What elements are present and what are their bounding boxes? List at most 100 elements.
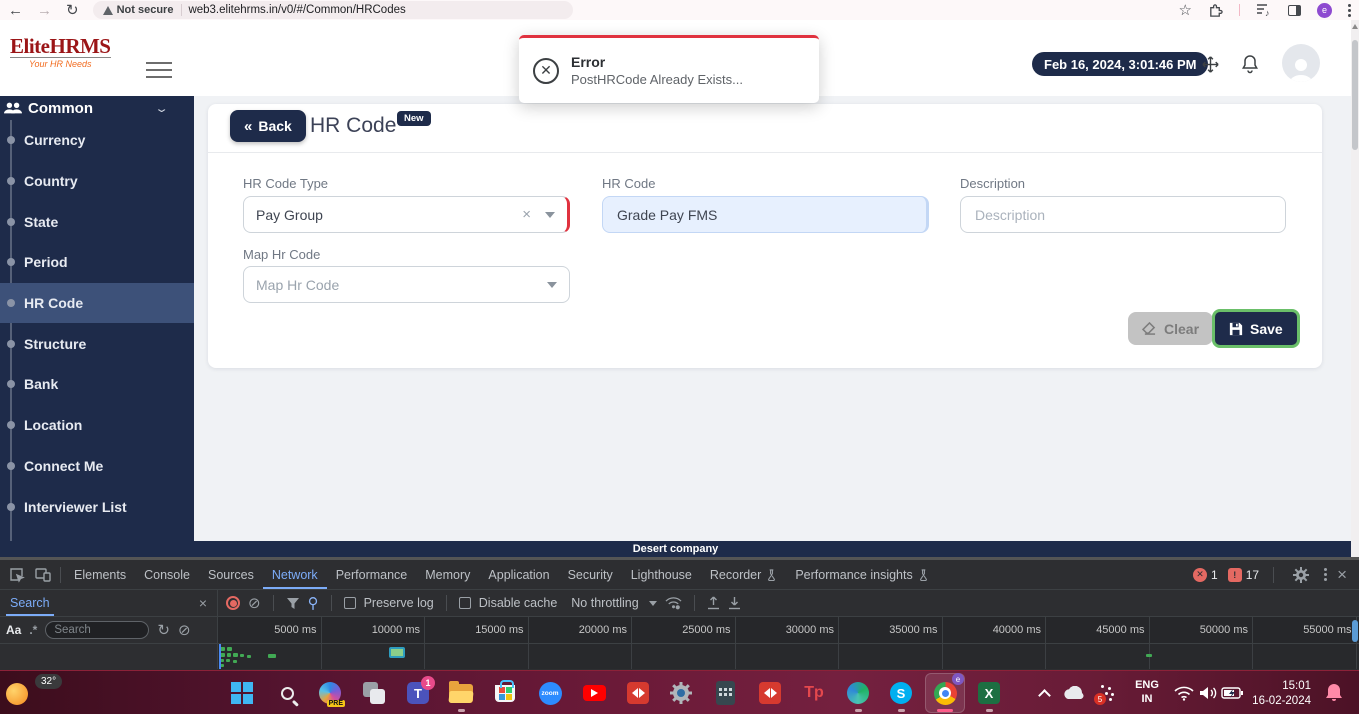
scrollbar-up-arrow[interactable] [1352, 24, 1358, 29]
sidebar-item-currency[interactable]: Currency [0, 120, 194, 161]
task-view-icon[interactable] [358, 677, 390, 709]
sidebar-item-country[interactable]: Country [0, 161, 194, 202]
notifications-bell-icon[interactable] [1239, 53, 1261, 75]
forward-icon[interactable]: → [37, 3, 52, 18]
back-button[interactable]: « Back [230, 110, 306, 142]
record-network-icon[interactable] [226, 596, 240, 610]
profile-avatar[interactable]: e [1317, 3, 1332, 18]
sidebar-item-interviewer-list[interactable]: Interviewer List [0, 486, 194, 527]
teams-icon[interactable]: T1 [402, 677, 434, 709]
hr-code-type-select[interactable]: Pay Group × [243, 196, 570, 233]
language-indicator[interactable]: ENGIN [1128, 677, 1166, 709]
console-error-badge[interactable]: ✕ 1 [1193, 568, 1218, 582]
dropdown-caret-icon[interactable] [545, 212, 555, 218]
tab-application[interactable]: Application [479, 560, 558, 589]
filter-funnel-icon[interactable] [286, 597, 300, 610]
dropdown-caret-icon[interactable] [547, 282, 557, 288]
url-text[interactable]: web3.elitehrms.in/v0/#/Common/HRCodes [188, 4, 405, 16]
tray-chevron-up-icon[interactable] [1028, 677, 1060, 709]
edge-icon[interactable] [842, 677, 874, 709]
network-search-icon[interactable]: ⚲ [308, 596, 319, 611]
tab-performance-insights[interactable]: Performance insights [786, 560, 937, 589]
youtube-icon[interactable] [578, 677, 610, 709]
address-bar[interactable]: Not secure web3.elitehrms.in/v0/#/Common… [93, 1, 573, 19]
battery-icon[interactable] [1216, 677, 1248, 709]
clear-button[interactable]: Clear [1128, 312, 1213, 345]
clear-selection-icon[interactable]: × [522, 206, 531, 223]
reload-icon[interactable]: ↻ [66, 3, 79, 18]
skype-icon[interactable]: S [885, 677, 917, 709]
tab-elements[interactable]: Elements [65, 560, 135, 589]
onedrive-cloud-icon[interactable] [1058, 677, 1090, 709]
export-har-icon[interactable] [728, 596, 741, 610]
disable-cache-checkbox[interactable] [459, 597, 471, 609]
notification-bell-icon[interactable] [1318, 677, 1350, 709]
clear-network-icon[interactable]: ⊘ [248, 596, 261, 611]
page-scrollbar-thumb[interactable] [1352, 40, 1358, 150]
tab-sources[interactable]: Sources [199, 560, 263, 589]
sidebar-item-structure[interactable]: Structure [0, 323, 194, 364]
preserve-log-checkbox[interactable] [344, 597, 356, 609]
sidebar-item-hr-code[interactable]: HR Code [0, 283, 194, 324]
weather-temp-badge[interactable]: 32° [35, 674, 62, 689]
tab-memory[interactable]: Memory [416, 560, 479, 589]
weather-sun-icon[interactable] [6, 683, 28, 705]
sidebar-item-period[interactable]: Period [0, 242, 194, 283]
devtools-settings-gear-icon[interactable] [1288, 567, 1314, 583]
tab-recorder[interactable]: Recorder [701, 560, 786, 589]
side-panel-icon[interactable] [1288, 5, 1301, 16]
search-panel-tab[interactable]: Search [6, 590, 54, 616]
hr-code-input[interactable] [615, 206, 914, 224]
excel-icon[interactable]: X [973, 677, 1005, 709]
devtools-scrollbar-thumb[interactable] [1352, 620, 1358, 642]
tab-console[interactable]: Console [135, 560, 199, 589]
windows-start-icon[interactable] [226, 677, 258, 709]
sidebar-item-location[interactable]: Location [0, 405, 194, 446]
taskbar-search-icon[interactable] [271, 677, 303, 709]
devtools-search-input[interactable] [45, 621, 149, 639]
diamond-app-icon[interactable] [754, 677, 786, 709]
hamburger-menu-icon[interactable] [146, 57, 172, 83]
sidebar-item-connect-me[interactable]: Connect Me [0, 446, 194, 487]
microsoft-store-icon[interactable] [489, 677, 521, 709]
devtools-menu-icon[interactable] [1324, 568, 1327, 581]
clear-search-icon[interactable]: ⊘ [178, 623, 191, 638]
regex-button[interactable]: .* [29, 623, 37, 637]
diamond-app-icon[interactable] [622, 677, 654, 709]
bookmark-star-icon[interactable]: ☆ [1179, 3, 1192, 18]
media-playlist-icon[interactable]: ♪ [1256, 3, 1272, 17]
refresh-search-icon[interactable]: ↻ [157, 623, 170, 638]
sidebar-section-common[interactable]: Common ⌄ [0, 96, 194, 120]
extensions-icon[interactable] [1208, 3, 1223, 18]
calculator-icon[interactable] [709, 677, 741, 709]
browser-menu-icon[interactable] [1348, 4, 1351, 17]
throttling-select[interactable]: No throttling [571, 596, 638, 610]
throttling-caret-icon[interactable] [649, 601, 657, 606]
tab-network[interactable]: Network [263, 560, 327, 589]
tab-performance[interactable]: Performance [327, 560, 417, 589]
tp-app-icon[interactable]: Tp [798, 677, 830, 709]
error-toast[interactable]: ✕ Error PostHRCode Already Exists... [519, 35, 819, 103]
map-hr-code-select[interactable]: Map Hr Code [243, 266, 570, 303]
user-avatar[interactable] [1282, 44, 1320, 82]
description-input[interactable] [973, 206, 1273, 224]
elitehrms-logo[interactable]: EliteHRMS Your HR Needs [10, 34, 111, 69]
error-close-icon[interactable]: ✕ [533, 58, 559, 84]
search-pane-close-icon[interactable]: × [199, 595, 211, 611]
not-secure-chip[interactable]: Not secure [103, 4, 183, 16]
network-conditions-icon[interactable] [665, 597, 682, 610]
move-resize-icon[interactable] [1199, 53, 1221, 75]
network-overview-strip[interactable] [218, 644, 1359, 669]
taskbar-clock[interactable]: 15:01 16-02-2024 [1252, 679, 1311, 709]
sidebar-item-state[interactable]: State [0, 201, 194, 242]
inspect-element-icon[interactable] [4, 560, 30, 589]
chrome-icon[interactable]: e [929, 677, 961, 709]
tray-app-notification-icon[interactable]: 5 [1090, 677, 1122, 709]
tab-lighthouse[interactable]: Lighthouse [622, 560, 701, 589]
sidebar-item-question[interactable]: Question [0, 527, 194, 541]
devtools-close-icon[interactable]: × [1337, 566, 1347, 583]
save-button[interactable]: Save [1212, 309, 1300, 348]
issues-badge[interactable]: ! 17 [1228, 568, 1259, 582]
device-toolbar-icon[interactable] [30, 560, 56, 589]
zoom-icon[interactable]: zoom [534, 677, 566, 709]
